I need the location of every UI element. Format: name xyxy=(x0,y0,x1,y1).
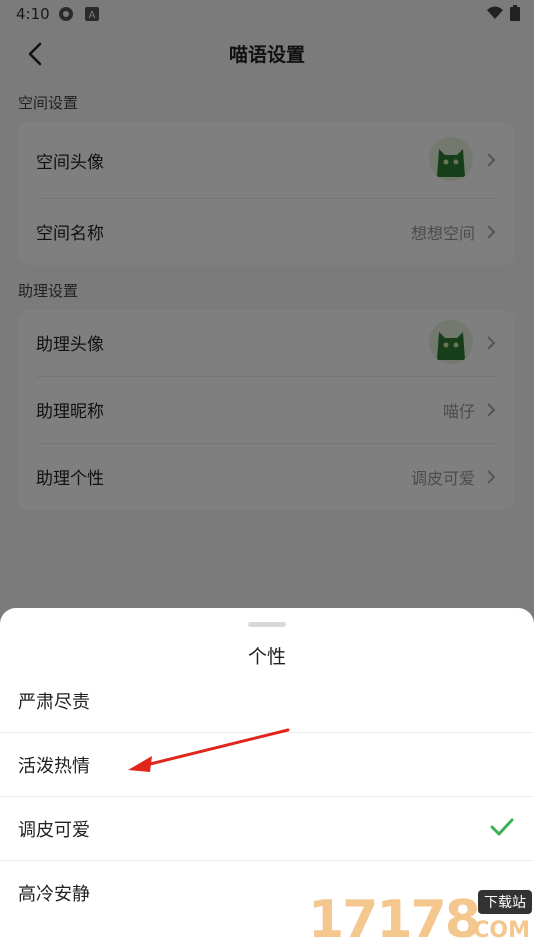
sheet-drag-handle[interactable] xyxy=(248,622,286,627)
watermark-digits: 17178 xyxy=(308,890,481,950)
option-label: 严肃尽责 xyxy=(18,692,90,713)
option-label: 高冷安静 xyxy=(18,884,90,905)
watermark-suffix: .COM xyxy=(464,918,530,943)
option-label: 调皮可爱 xyxy=(18,820,90,841)
watermark-badge: 下载站 xyxy=(478,890,532,914)
checkmark-icon xyxy=(490,818,514,836)
option-label: 活泼热情 xyxy=(18,756,90,777)
sheet-title: 个性 xyxy=(247,646,286,668)
annotation-arrow-icon xyxy=(128,728,290,772)
option-item-selected[interactable]: 调皮可爱 xyxy=(0,796,534,861)
site-watermark: 17178 下载站 .COM xyxy=(308,886,534,950)
